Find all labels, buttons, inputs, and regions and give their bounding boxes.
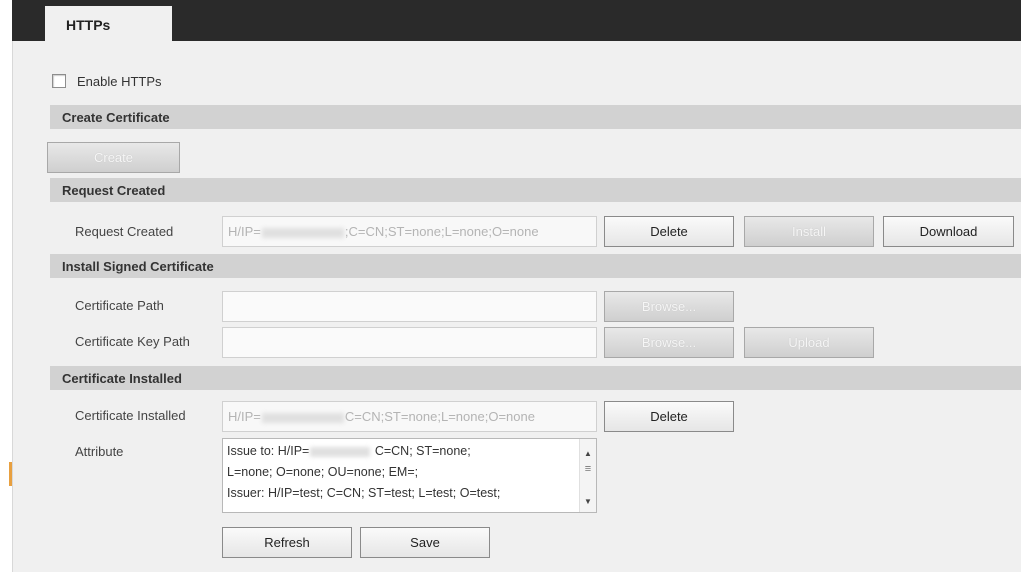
section-certificate-installed: Certificate Installed [50, 366, 1021, 390]
redacted-ip [261, 227, 344, 238]
redacted-ip [261, 412, 344, 423]
https-settings-page: HTTPs Enable HTTPs Create Certificate Cr… [0, 0, 1021, 572]
enable-https-label: Enable HTTPs [77, 73, 162, 89]
certificate-path-input[interactable] [222, 291, 597, 322]
save-button[interactable]: Save [360, 527, 490, 558]
installed-prefix: H/IP= [228, 409, 261, 424]
certificate-browse-button[interactable]: Browse... [604, 291, 734, 322]
tab-https[interactable]: HTTPs [45, 6, 172, 41]
certificate-installed-field: H/IP= C=CN;ST=none;L=none;O=none [222, 401, 597, 432]
certificate-path-label: Certificate Path [75, 298, 164, 313]
attribute-line: Issuer: H/IP=test; C=CN; ST=test; L=test… [227, 486, 501, 500]
request-delete-button[interactable]: Delete [604, 216, 734, 247]
left-border [0, 0, 13, 572]
upload-button[interactable]: Upload [744, 327, 874, 358]
enable-https-checkbox[interactable] [52, 74, 66, 88]
scroll-down-arrow-icon[interactable]: ▼ [580, 491, 596, 512]
request-created-suffix: ;C=CN;ST=none;L=none;O=none [344, 224, 539, 239]
installed-delete-button[interactable]: Delete [604, 401, 734, 432]
attribute-textarea[interactable]: Issue to: H/IP= C=CN; ST=none; L=none; O… [222, 438, 597, 513]
left-accent-marker [9, 462, 12, 486]
attribute-line: Issue to: H/IP= C=CN; ST=none; [227, 441, 596, 462]
certificate-installed-label: Certificate Installed [75, 408, 186, 423]
tab-bar: HTTPs [12, 0, 1021, 41]
download-button[interactable]: Download [883, 216, 1014, 247]
key-browse-button[interactable]: Browse... [604, 327, 734, 358]
request-created-field: H/IP= ;C=CN;ST=none;L=none;O=none [222, 216, 597, 247]
refresh-button[interactable]: Refresh [222, 527, 352, 558]
certificate-key-path-label: Certificate Key Path [75, 334, 190, 349]
attribute-line-prefix: Issue to: H/IP= [227, 444, 310, 458]
request-created-label: Request Created [75, 224, 174, 239]
section-create-certificate: Create Certificate [50, 105, 1021, 129]
attribute-line: L=none; O=none; OU=none; EM=; [227, 465, 419, 479]
attribute-scrollbar[interactable]: ▲ ≡ ▼ [579, 439, 596, 512]
create-button[interactable]: Create [47, 142, 180, 173]
certificate-key-path-input[interactable] [222, 327, 597, 358]
section-request-created: Request Created [50, 178, 1021, 202]
scroll-thumb-grip-icon[interactable]: ≡ [580, 459, 596, 480]
install-button[interactable]: Install [744, 216, 874, 247]
redacted-ip [310, 446, 371, 457]
section-install-signed-certificate: Install Signed Certificate [50, 254, 1021, 278]
attribute-label: Attribute [75, 444, 124, 459]
installed-suffix: C=CN;ST=none;L=none;O=none [344, 409, 535, 424]
enable-https-row[interactable]: Enable HTTPs [52, 72, 162, 90]
attribute-line-suffix: C=CN; ST=none; [371, 444, 471, 458]
request-created-prefix: H/IP= [228, 224, 261, 239]
